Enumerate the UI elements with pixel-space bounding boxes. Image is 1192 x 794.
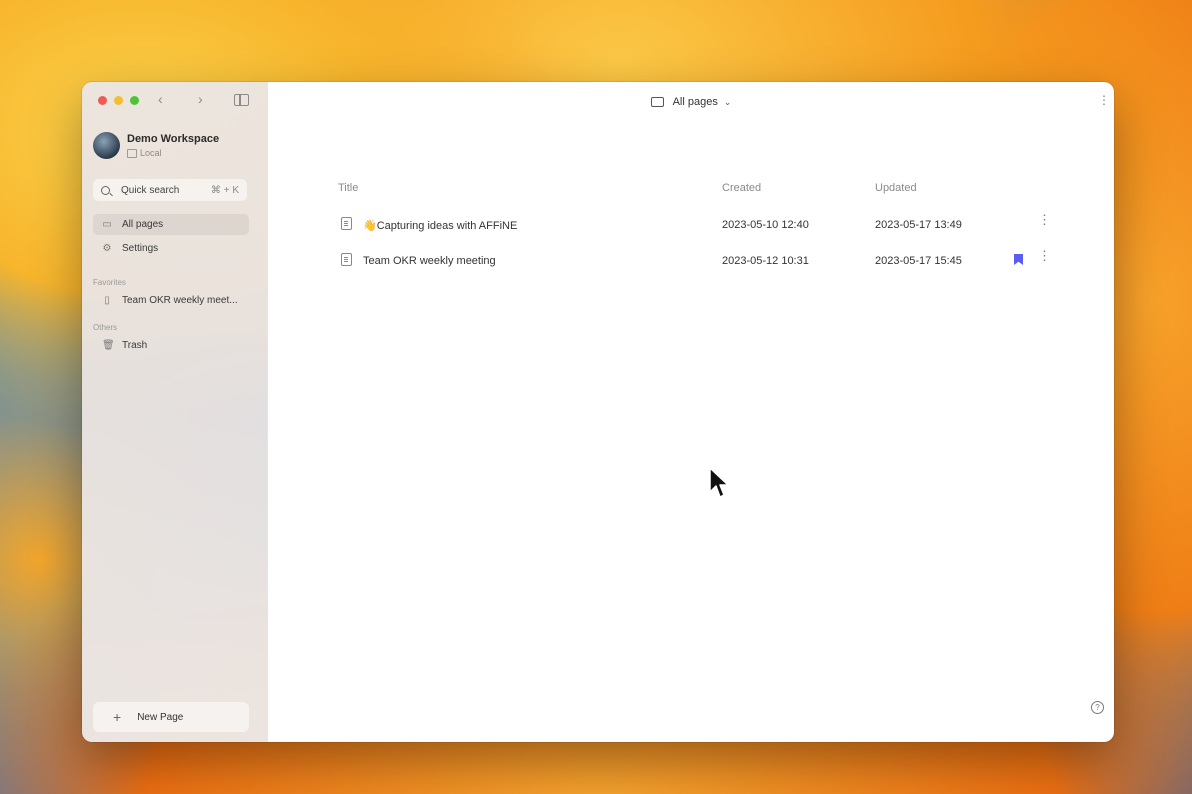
workspace-switcher[interactable]: Demo Workspace Local xyxy=(93,132,219,159)
chevron-down-icon: ⌄ xyxy=(723,96,732,107)
search-icon xyxy=(101,185,110,195)
app-window: ‹ › Demo Workspace Local Quick search ⌘ … xyxy=(82,82,1114,742)
main-content: All pages ⌄ ⋮ Title Created Updated 👋Cap… xyxy=(267,82,1114,742)
sidebar-item-trash[interactable]: 🗑 Trash xyxy=(93,335,249,356)
help-icon[interactable]: ? xyxy=(1091,701,1104,714)
new-page-button[interactable]: + New Page xyxy=(93,702,249,732)
quick-search-shortcut: ⌘ + K xyxy=(210,184,239,196)
page-icon xyxy=(341,217,352,230)
created-cell: 2023-05-12 10:31 xyxy=(722,255,809,267)
row-more-icon[interactable]: ⋮ xyxy=(1038,213,1051,226)
folder-icon: ▭ xyxy=(102,218,112,230)
close-window-button[interactable] xyxy=(98,96,107,105)
updated-cell: 2023-05-17 15:45 xyxy=(875,255,962,267)
forward-arrow-icon[interactable]: › xyxy=(198,91,203,107)
table-row[interactable]: Team OKR weekly meeting 2023-05-12 10:31… xyxy=(338,244,1058,280)
trash-icon: 🗑 xyxy=(102,339,115,351)
sidebar-item-label: Trash xyxy=(122,340,148,351)
sidebar-item-all-pages[interactable]: ▭ All pages xyxy=(93,214,249,235)
workspace-name: Demo Workspace xyxy=(127,133,220,145)
row-more-icon[interactable]: ⋮ xyxy=(1038,249,1051,262)
page-icon: ▯ xyxy=(104,294,110,306)
page-title-cell: Team OKR weekly meeting xyxy=(363,255,496,267)
more-options-icon[interactable]: ⋮ xyxy=(1098,94,1110,106)
sidebar-item-settings[interactable]: ⚙ Settings xyxy=(93,238,249,259)
maximize-window-button[interactable] xyxy=(130,96,139,105)
new-page-label: New Page xyxy=(137,711,184,723)
plus-icon: + xyxy=(113,709,122,725)
column-header-updated[interactable]: Updated xyxy=(875,182,917,194)
column-header-created[interactable]: Created xyxy=(722,182,761,194)
sidebar-item-favorite-page[interactable]: ▯ Team OKR weekly meet... xyxy=(93,290,249,311)
page-title-cell: 👋Capturing ideas with AFFiNE xyxy=(363,220,518,232)
mouse-cursor-icon xyxy=(709,467,729,498)
folder-icon xyxy=(650,97,664,107)
favorite-bookmark-icon[interactable] xyxy=(1014,254,1023,265)
traffic-lights xyxy=(98,96,139,105)
page-header[interactable]: All pages ⌄ xyxy=(268,96,1114,108)
updated-cell: 2023-05-17 13:49 xyxy=(875,219,962,231)
table-row[interactable]: 👋Capturing ideas with AFFiNE 2023-05-10 … xyxy=(338,208,1058,244)
sidebar-item-label: Team OKR weekly meet... xyxy=(122,295,238,306)
sidebar-item-label: Settings xyxy=(122,243,159,254)
page-icon xyxy=(341,253,352,266)
column-header-title[interactable]: Title xyxy=(338,182,358,194)
workspace-avatar xyxy=(93,132,120,159)
sidebar-toggle-icon[interactable] xyxy=(234,94,249,106)
gear-icon: ⚙ xyxy=(102,242,112,254)
quick-search-button[interactable]: Quick search ⌘ + K xyxy=(93,179,247,201)
local-storage-icon xyxy=(127,148,137,158)
sidebar: ‹ › Demo Workspace Local Quick search ⌘ … xyxy=(82,82,267,742)
sidebar-item-label: All pages xyxy=(122,219,164,230)
workspace-subtitle: Local xyxy=(127,148,219,158)
quick-search-label: Quick search xyxy=(121,184,180,196)
minimize-window-button[interactable] xyxy=(114,96,123,105)
page-title: All pages xyxy=(672,96,718,108)
created-cell: 2023-05-10 12:40 xyxy=(722,219,809,231)
workspace-storage-label: Local xyxy=(140,148,162,158)
favorites-section-label: Favorites xyxy=(93,278,126,287)
back-arrow-icon[interactable]: ‹ xyxy=(158,91,163,107)
others-section-label: Others xyxy=(93,323,118,332)
